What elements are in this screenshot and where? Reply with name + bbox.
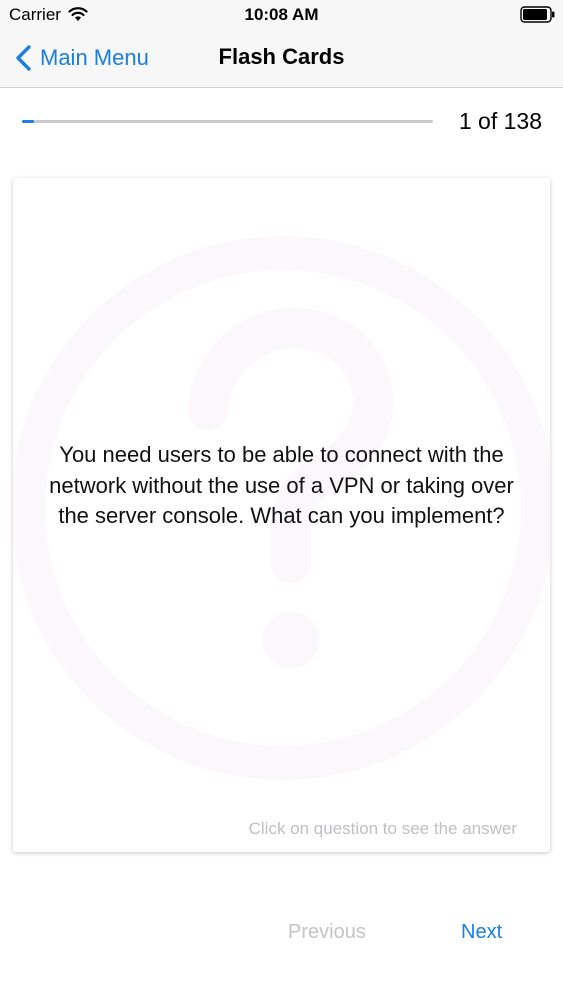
- card-hint: Click on question to see the answer: [248, 819, 517, 838]
- flash-card[interactable]: You need users to be able to connect wit…: [13, 178, 550, 852]
- card-question: You need users to be able to connect wit…: [49, 442, 514, 528]
- status-bar: Carrier 10:08 AM: [0, 0, 563, 30]
- status-time: 10:08 AM: [244, 5, 319, 24]
- progress-bar: [22, 120, 433, 123]
- progress-fill: [22, 120, 35, 123]
- progress-count: 1 of 138: [458, 108, 542, 134]
- page-title: Flash Cards: [218, 44, 345, 69]
- previous-button[interactable]: Previous: [288, 921, 366, 944]
- battery-icon: [520, 6, 555, 23]
- navigation-bar: Main Menu Flash Cards: [0, 30, 563, 88]
- next-button[interactable]: Next: [461, 921, 502, 944]
